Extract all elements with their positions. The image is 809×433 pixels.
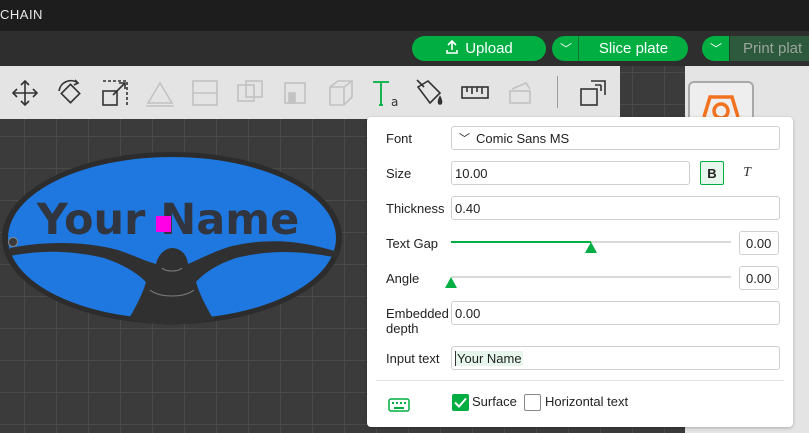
font-select[interactable]: ﹀ Comic Sans MS <box>451 126 780 150</box>
print-plate-label: Print plat <box>743 40 803 57</box>
assembly-icon <box>509 82 531 104</box>
gizmo-toolbar: a <box>0 66 620 119</box>
thickness-value: 0.40 <box>455 200 481 216</box>
embedded-depth-label-line2: depth <box>386 321 419 336</box>
slice-plate-button[interactable]: Slice plate <box>578 36 688 61</box>
text-icon: a <box>373 81 398 109</box>
upload-button[interactable]: Upload <box>412 36 546 61</box>
mesh-boolean-icon <box>237 80 263 102</box>
upload-icon <box>445 39 459 57</box>
rotate-icon <box>58 79 81 104</box>
size-value: 10.00 <box>455 165 488 181</box>
size-label: Size <box>386 166 412 181</box>
angle-label: Angle <box>386 271 420 286</box>
key-ring-hole <box>8 237 18 247</box>
text-gap-label: Text Gap <box>386 236 439 251</box>
lay-on-face-tool[interactable] <box>143 76 177 110</box>
text-gap-slider-fill <box>451 241 591 243</box>
measure-icon <box>461 86 489 99</box>
surface-label: Surface <box>472 394 517 409</box>
move-icon <box>11 79 39 107</box>
keychain-model[interactable]: Your Name <box>0 150 350 326</box>
arrange-icon <box>580 80 606 106</box>
embedded-depth-input[interactable]: 0.00 <box>451 301 780 325</box>
seam-paint-icon <box>329 80 353 106</box>
support-paint-tool[interactable] <box>278 76 312 110</box>
text-gap-input[interactable]: 0.00 <box>739 231 779 255</box>
surface-checkbox[interactable] <box>452 394 469 411</box>
action-bar: Upload ﹀ Slice plate ﹀ Print plat <box>0 31 809 66</box>
keyboard-icon <box>388 398 410 412</box>
rotate-tool[interactable] <box>53 76 87 110</box>
input-text-label: Input text <box>386 351 440 366</box>
scale-tool[interactable] <box>98 76 132 110</box>
chevron-down-icon: ﹀ <box>559 42 572 56</box>
upload-label: Upload <box>465 40 513 57</box>
text-gap-slider-thumb[interactable] <box>585 242 597 253</box>
horizontal-text-label: Horizontal text <box>545 394 629 409</box>
thickness-input[interactable]: 0.40 <box>451 196 780 220</box>
font-value: Comic Sans MS <box>476 130 570 146</box>
window-title: CHAIN <box>0 7 43 22</box>
font-label: Font <box>386 131 413 146</box>
text-gap-value: 0.00 <box>746 235 772 251</box>
angle-slider[interactable] <box>445 276 731 288</box>
cut-tool[interactable] <box>188 76 222 110</box>
text-settings-panel: Font ﹀ Comic Sans MS Size 10.00 B T Thic… <box>367 117 793 427</box>
chevron-down-icon: ﹀ <box>709 42 722 56</box>
cut-icon <box>192 80 218 106</box>
support-paint-icon <box>284 82 306 104</box>
chevron-down-icon: ﹀ <box>459 133 470 145</box>
toolbar-separator <box>557 76 558 108</box>
color-paint-tool[interactable] <box>413 76 447 110</box>
move-tool[interactable] <box>8 76 42 110</box>
text-cursor-marker <box>156 216 171 232</box>
keyboard-button[interactable] <box>388 397 410 413</box>
input-text-value: Your Name <box>455 350 523 366</box>
text-gap-slider[interactable] <box>451 241 731 253</box>
size-input[interactable]: 10.00 <box>451 161 690 185</box>
slice-plate-label: Slice plate <box>598 40 669 57</box>
print-dropdown-button[interactable]: ﹀ <box>702 36 730 61</box>
slice-dropdown-button[interactable]: ﹀ <box>552 36 580 61</box>
color-paint-icon <box>416 79 443 105</box>
panel-divider <box>376 380 784 381</box>
title-bar: CHAIN <box>0 0 809 31</box>
thickness-label: Thickness <box>386 201 445 216</box>
seam-paint-tool[interactable] <box>323 76 357 110</box>
horizontal-text-checkbox[interactable] <box>524 394 541 411</box>
bold-button[interactable]: B <box>700 161 724 185</box>
mesh-boolean-tool[interactable] <box>233 76 267 110</box>
input-text-field[interactable]: Your Name <box>451 346 780 370</box>
angle-slider-thumb[interactable] <box>445 277 457 288</box>
italic-button[interactable]: T <box>735 161 759 185</box>
scale-icon <box>102 80 128 106</box>
bold-label: B <box>707 165 717 181</box>
checkmark-icon <box>454 397 467 408</box>
embedded-depth-label: Embedded <box>386 306 449 321</box>
assembly-tool[interactable] <box>503 76 537 110</box>
angle-input[interactable]: 0.00 <box>739 266 779 290</box>
arrange-tool[interactable] <box>576 76 610 110</box>
lay-on-face-icon <box>146 81 174 107</box>
embedded-depth-value: 0.00 <box>455 305 481 321</box>
measure-tool[interactable] <box>458 76 492 110</box>
svg-text:a: a <box>391 95 398 109</box>
italic-label: T <box>743 165 751 180</box>
angle-value: 0.00 <box>746 270 772 286</box>
print-plate-button[interactable]: Print plat <box>729 36 809 61</box>
text-tool[interactable]: a <box>368 76 402 110</box>
